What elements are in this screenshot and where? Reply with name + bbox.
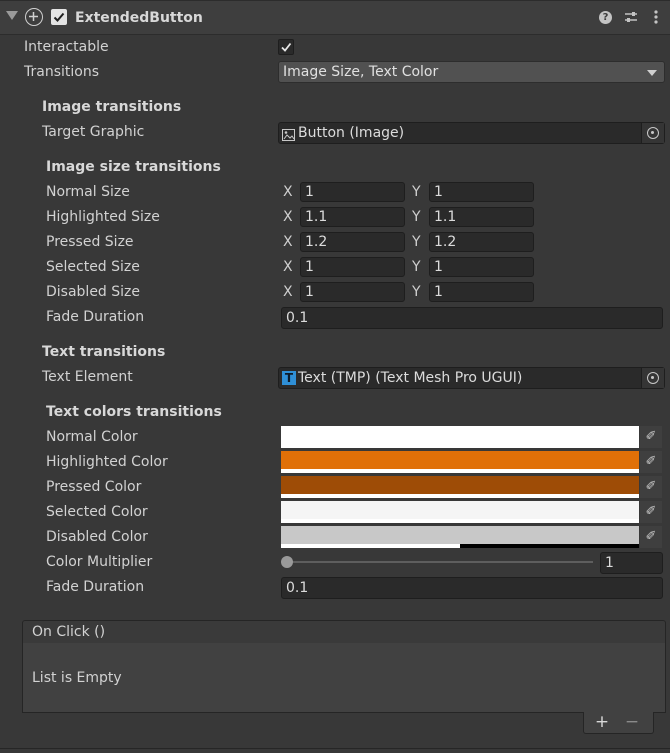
size-row-label: Highlighted Size xyxy=(46,209,160,225)
x-label: X xyxy=(283,209,293,225)
transitions-value: Image Size, Text Color xyxy=(283,64,439,80)
on-click-title: On Click () xyxy=(32,624,106,640)
target-graphic-field[interactable]: Button (Image) xyxy=(278,122,665,144)
text-fade-duration-label: Fade Duration xyxy=(46,579,145,595)
image-fade-duration-field[interactable]: 0.1 xyxy=(281,307,663,329)
component-title: ExtendedButton xyxy=(75,10,203,26)
target-icon xyxy=(647,127,659,139)
size-y-field[interactable]: 1.1 xyxy=(429,207,534,227)
color-multiplier-slider[interactable] xyxy=(281,552,596,572)
transitions-label: Transitions xyxy=(24,64,99,80)
list-empty-text: List is Empty xyxy=(32,670,122,686)
eyedropper-icon[interactable]: ✐ xyxy=(640,451,662,473)
color-multiplier-label: Color Multiplier xyxy=(46,554,153,570)
remove-button[interactable]: − xyxy=(622,712,642,732)
size-row-label: Selected Size xyxy=(46,259,140,275)
x-label: X xyxy=(283,259,293,275)
on-click-header: On Click () xyxy=(22,620,666,644)
text-element-label: Text Element xyxy=(42,369,133,385)
size-row-label: Pressed Size xyxy=(46,234,134,250)
color-row-label: Disabled Color xyxy=(46,529,148,545)
color-multiplier-field[interactable]: 1 xyxy=(600,552,663,574)
interactable-label: Interactable xyxy=(24,39,109,55)
size-x-field[interactable]: 1.2 xyxy=(300,232,405,252)
size-x-field[interactable]: 1 xyxy=(300,257,405,277)
size-x-field[interactable]: 1.1 xyxy=(300,207,405,227)
x-label: X xyxy=(283,184,293,200)
size-x-field[interactable]: 1 xyxy=(300,182,405,202)
text-fade-duration-field[interactable]: 0.1 xyxy=(281,577,663,599)
size-y-field[interactable]: 1 xyxy=(429,282,534,302)
tmp-text-icon: T xyxy=(282,371,296,385)
chevron-down-icon xyxy=(647,70,657,76)
object-picker-button[interactable] xyxy=(641,123,664,143)
list-footer: + − xyxy=(583,712,654,734)
transitions-dropdown[interactable]: Image Size, Text Color xyxy=(278,61,665,83)
text-colors-transitions-header: Text colors transitions xyxy=(46,404,222,420)
size-y-field[interactable]: 1 xyxy=(429,182,534,202)
object-picker-button[interactable] xyxy=(641,368,664,388)
size-x-field[interactable]: 1 xyxy=(300,282,405,302)
image-transitions-header: Image transitions xyxy=(42,99,182,115)
component-icon xyxy=(25,8,43,26)
y-label: Y xyxy=(412,259,421,275)
target-graphic-label: Target Graphic xyxy=(42,124,145,140)
color-swatch[interactable] xyxy=(281,426,639,448)
interactable-checkbox[interactable] xyxy=(278,39,294,55)
y-label: Y xyxy=(412,184,421,200)
text-element-field[interactable]: T Text (TMP) (Text Mesh Pro UGUI) xyxy=(278,367,665,389)
help-icon[interactable]: ? xyxy=(599,11,612,24)
eyedropper-icon[interactable]: ✐ xyxy=(640,476,662,498)
color-swatch[interactable] xyxy=(281,501,639,523)
color-row-label: Highlighted Color xyxy=(46,454,168,470)
enabled-checkbox[interactable] xyxy=(51,9,67,25)
y-label: Y xyxy=(412,234,421,250)
y-label: Y xyxy=(412,284,421,300)
add-button[interactable]: + xyxy=(592,712,612,732)
target-icon xyxy=(647,372,659,384)
color-row-label: Selected Color xyxy=(46,504,148,520)
text-transitions-header: Text transitions xyxy=(42,344,166,360)
on-click-list: List is Empty xyxy=(22,643,666,713)
slider-track xyxy=(287,561,593,563)
more-options-icon[interactable] xyxy=(653,10,659,26)
image-size-transitions-header: Image size transitions xyxy=(46,159,221,175)
size-row-label: Disabled Size xyxy=(46,284,141,300)
text-element-value: Text (TMP) (Text Mesh Pro UGUI) xyxy=(298,370,523,386)
foldout-arrow-icon[interactable] xyxy=(6,11,18,20)
color-swatch[interactable] xyxy=(281,451,639,473)
color-row-label: Normal Color xyxy=(46,429,138,445)
bottom-divider xyxy=(0,748,670,749)
eyedropper-icon[interactable]: ✐ xyxy=(640,526,662,548)
image-icon xyxy=(282,127,295,141)
size-y-field[interactable]: 1 xyxy=(429,257,534,277)
target-graphic-value: Button (Image) xyxy=(298,125,405,141)
image-fade-duration-label: Fade Duration xyxy=(46,309,145,325)
color-swatch[interactable] xyxy=(281,526,639,548)
x-label: X xyxy=(283,234,293,250)
y-label: Y xyxy=(412,209,421,225)
size-row-label: Normal Size xyxy=(46,184,130,200)
eyedropper-icon[interactable]: ✐ xyxy=(640,501,662,523)
presets-icon[interactable] xyxy=(624,10,638,24)
eyedropper-icon[interactable]: ✐ xyxy=(640,426,662,448)
component-header: ExtendedButton ? xyxy=(0,0,670,35)
size-y-field[interactable]: 1.2 xyxy=(429,232,534,252)
x-label: X xyxy=(283,284,293,300)
color-swatch[interactable] xyxy=(281,476,639,498)
color-row-label: Pressed Color xyxy=(46,479,142,495)
slider-thumb[interactable] xyxy=(281,556,293,568)
